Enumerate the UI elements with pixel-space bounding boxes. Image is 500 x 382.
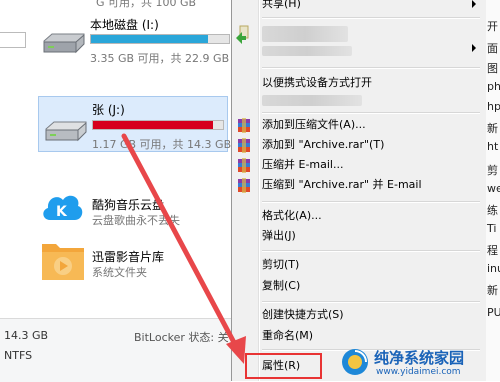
annotation-arrow [121,133,246,364]
watermark: 纯净系统家园 www.yidaimei.com [340,343,500,381]
watermark-title: 纯净系统家园 [374,349,465,367]
watermark-logo-icon [342,349,368,375]
watermark-url: www.yidaimei.com [376,367,461,377]
